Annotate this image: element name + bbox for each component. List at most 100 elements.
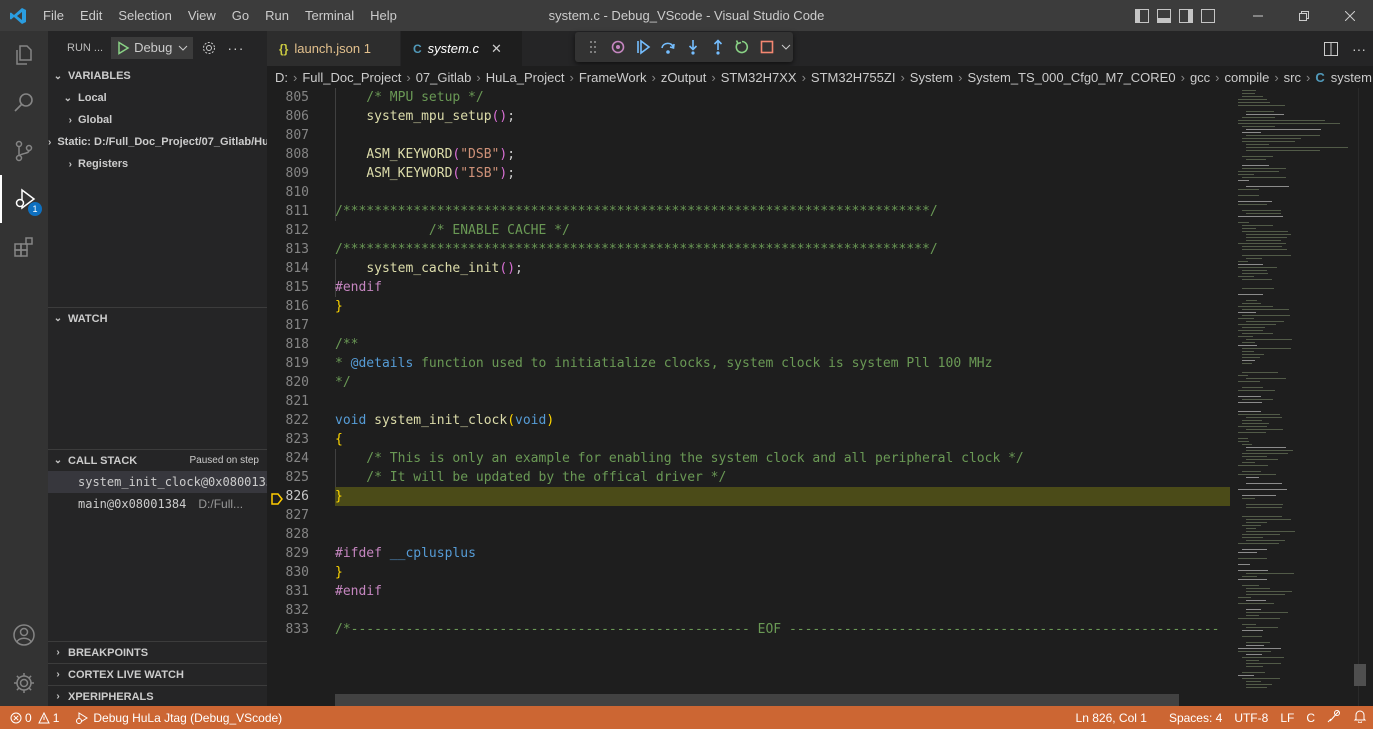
code-line[interactable]: 815 #endif bbox=[267, 278, 1230, 297]
code-line[interactable]: 814 system_cache_init(); bbox=[267, 259, 1230, 278]
code-line[interactable]: 809 ASM_KEYWORD("ISB"); bbox=[267, 164, 1230, 183]
extensions-icon[interactable] bbox=[0, 223, 48, 271]
code-line[interactable]: 831 #endif bbox=[267, 582, 1230, 601]
reset-device-icon[interactable] bbox=[606, 34, 631, 60]
breadcrumb-item[interactable]: Full_Doc_Project bbox=[302, 70, 401, 85]
code-line[interactable]: 823 { bbox=[267, 430, 1230, 449]
breadcrumb-item[interactable]: gcc bbox=[1190, 70, 1210, 85]
breadcrumb-item[interactable]: STM32H755ZI bbox=[811, 70, 896, 85]
step-into-icon[interactable] bbox=[680, 34, 705, 60]
variables-section-header[interactable]: ⌄ VARIABLES bbox=[48, 65, 267, 87]
menu-edit[interactable]: Edit bbox=[72, 0, 110, 31]
code-line[interactable]: 812 /* ENABLE CACHE */ bbox=[267, 221, 1230, 240]
code-line[interactable]: 816} bbox=[267, 297, 1230, 316]
code-line[interactable]: 827 bbox=[267, 506, 1230, 525]
menu-selection[interactable]: Selection bbox=[110, 0, 179, 31]
horizontal-scrollbar[interactable] bbox=[335, 694, 1179, 706]
split-editor-icon[interactable] bbox=[1317, 41, 1345, 56]
code-line[interactable]: 832 bbox=[267, 601, 1230, 620]
code-line[interactable]: 818 /** bbox=[267, 335, 1230, 354]
code-line[interactable]: 805 /* MPU setup */ bbox=[267, 88, 1230, 107]
code-editor[interactable]: 805 /* MPU setup */806 system_mpu_setup(… bbox=[267, 88, 1230, 706]
manage-gear-icon[interactable] bbox=[0, 659, 48, 707]
code-line[interactable]: 807 bbox=[267, 126, 1230, 145]
code-line[interactable]: 813 /************************************… bbox=[267, 240, 1230, 259]
code-line[interactable]: 826} bbox=[267, 487, 1230, 506]
code-line[interactable]: 822 void system_init_clock(void) bbox=[267, 411, 1230, 430]
call-stack-section-header[interactable]: ⌄ CALL STACK Paused on step bbox=[48, 449, 267, 471]
explorer-icon[interactable] bbox=[0, 31, 48, 79]
code-line[interactable]: 821 bbox=[267, 392, 1230, 411]
scrollbar-thumb[interactable] bbox=[1354, 664, 1366, 686]
restart-icon[interactable] bbox=[730, 34, 755, 60]
search-icon[interactable] bbox=[0, 79, 48, 127]
more-actions-icon[interactable]: ··· bbox=[227, 40, 244, 56]
cursor-position[interactable]: Ln 826, Col 1 bbox=[1070, 711, 1153, 725]
breakpoints-section-header[interactable]: › BREAKPOINTS bbox=[48, 641, 267, 663]
menu-run[interactable]: Run bbox=[257, 0, 297, 31]
continue-icon[interactable] bbox=[631, 34, 656, 60]
watch-section-header[interactable]: ⌄ WATCH bbox=[48, 307, 267, 329]
code-line[interactable]: 829 #ifdef __cplusplus bbox=[267, 544, 1230, 563]
vertical-scrollbar[interactable] bbox=[1358, 88, 1373, 706]
call-stack-frame[interactable]: system_init_clock@0x0800135a bbox=[48, 471, 267, 493]
breadcrumb-item[interactable]: src bbox=[1284, 70, 1301, 85]
tab-launch-json[interactable]: {} launch.json 1 bbox=[267, 31, 401, 66]
code-line[interactable]: 811 /************************************… bbox=[267, 202, 1230, 221]
breadcrumb-item[interactable]: STM32H7XX bbox=[721, 70, 797, 85]
restore-button[interactable] bbox=[1281, 0, 1327, 31]
tab-system-c[interactable]: C system.c ✕ bbox=[401, 31, 523, 66]
breadcrumb-item[interactable]: 07_Gitlab bbox=[416, 70, 472, 85]
toggle-secondary-sidebar-icon[interactable] bbox=[1179, 8, 1193, 23]
code-line[interactable]: 808 ASM_KEYWORD("DSB"); bbox=[267, 145, 1230, 164]
code-line[interactable]: 820 */ bbox=[267, 373, 1230, 392]
stop-icon[interactable] bbox=[755, 34, 780, 60]
step-over-icon[interactable] bbox=[655, 34, 680, 60]
step-out-icon[interactable] bbox=[705, 34, 730, 60]
call-stack-frame[interactable]: main@0x08001384 D:/Full... bbox=[48, 493, 267, 515]
breadcrumb-item[interactable]: zOutput bbox=[661, 70, 707, 85]
close-window-button[interactable] bbox=[1327, 0, 1373, 31]
code-line[interactable]: 819 * @details function used to initiatia… bbox=[267, 354, 1230, 373]
code-line[interactable]: 830} bbox=[267, 563, 1230, 582]
code-line[interactable]: 828 bbox=[267, 525, 1230, 544]
variables-item-global[interactable]: › Global bbox=[48, 109, 267, 131]
errors-indicator[interactable]: 0 1 bbox=[10, 711, 59, 725]
source-control-icon[interactable] bbox=[0, 127, 48, 175]
code-line[interactable]: 817 bbox=[267, 316, 1230, 335]
encoding-setting[interactable]: UTF-8 bbox=[1228, 711, 1274, 725]
variables-item-registers[interactable]: › Registers bbox=[48, 153, 267, 175]
code-line[interactable]: 806 system_mpu_setup(); bbox=[267, 107, 1230, 126]
debug-settings-gear-icon[interactable] bbox=[201, 40, 217, 56]
code-line[interactable]: 833 /*-----------------------------------… bbox=[267, 620, 1230, 639]
drag-handle-icon[interactable] bbox=[581, 34, 606, 60]
breadcrumb-item[interactable]: System bbox=[910, 70, 953, 85]
menu-terminal[interactable]: Terminal bbox=[297, 0, 362, 31]
indentation-setting[interactable]: Spaces: 4 bbox=[1163, 711, 1228, 725]
xperipherals-section-header[interactable]: › XPERIPHERALS bbox=[48, 685, 267, 706]
menu-go[interactable]: Go bbox=[224, 0, 257, 31]
notifications-bell-icon[interactable] bbox=[1347, 709, 1373, 726]
menu-file[interactable]: File bbox=[35, 0, 72, 31]
start-debug-icon[interactable] bbox=[116, 40, 130, 55]
close-tab-icon[interactable]: ✕ bbox=[491, 41, 502, 57]
more-actions-icon[interactable]: ··· bbox=[1345, 41, 1373, 57]
toggle-panel-icon[interactable] bbox=[1157, 8, 1171, 23]
code-line[interactable]: 825 /* It will be updated by the offical… bbox=[267, 468, 1230, 487]
debug-session-item[interactable]: Debug HuLa Jtag (Debug_VScode) bbox=[75, 711, 282, 725]
minimize-button[interactable] bbox=[1235, 0, 1281, 31]
debug-config-select[interactable]: Debug bbox=[111, 36, 194, 59]
breadcrumb-item[interactable]: system.c bbox=[1331, 70, 1373, 85]
breadcrumb-item[interactable]: System_TS_000_Cfg0_M7_CORE0 bbox=[967, 70, 1175, 85]
code-line[interactable]: 824 /* This is only an example for enabl… bbox=[267, 449, 1230, 468]
language-mode[interactable]: C bbox=[1300, 711, 1321, 725]
minimap[interactable] bbox=[1230, 88, 1358, 706]
cortex-live-watch-section-header[interactable]: › CORTEX LIVE WATCH bbox=[48, 663, 267, 685]
breadcrumb-item[interactable]: compile bbox=[1225, 70, 1270, 85]
breadcrumb-item[interactable]: HuLa_Project bbox=[486, 70, 565, 85]
menu-help[interactable]: Help bbox=[362, 0, 405, 31]
customize-layout-icon[interactable] bbox=[1201, 8, 1215, 23]
breadcrumb-item[interactable]: FrameWork bbox=[579, 70, 647, 85]
run-and-debug-icon[interactable]: 1 bbox=[0, 175, 48, 223]
eol-setting[interactable]: LF bbox=[1274, 711, 1300, 725]
